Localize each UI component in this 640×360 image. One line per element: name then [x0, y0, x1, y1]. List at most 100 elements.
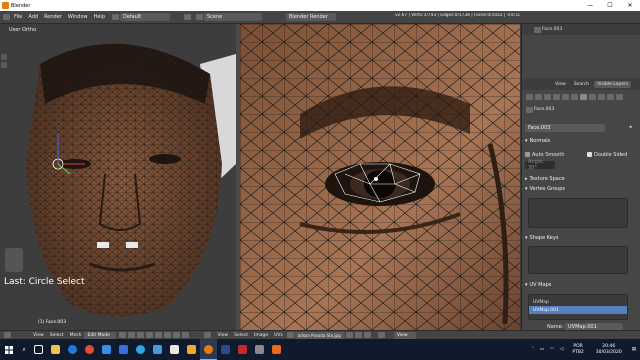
menu-render[interactable]: Render: [41, 14, 65, 20]
windows-taskbar: ⌕ ˄ ▭ ◠ ◁ POR PTB2 20:46 30/03/2020 ▤: [0, 339, 640, 360]
photos-icon[interactable]: [149, 339, 166, 360]
store-icon[interactable]: [98, 339, 115, 360]
language-indicator[interactable]: POR PTB2: [566, 344, 589, 356]
skype-icon[interactable]: [132, 339, 149, 360]
photoshop-icon[interactable]: [217, 339, 234, 360]
app-icon-red[interactable]: [234, 339, 251, 360]
pin-icon[interactable]: ⌖: [629, 124, 632, 132]
world-tab-icon[interactable]: [544, 94, 551, 100]
start-button[interactable]: [0, 339, 18, 360]
edge-browser-icon[interactable]: [64, 339, 81, 360]
battery-icon[interactable]: ▭: [537, 347, 547, 352]
uv-editor-type-icon[interactable]: [204, 332, 212, 338]
material-tab-icon[interactable]: [589, 94, 596, 100]
app-icon-orange[interactable]: [268, 339, 285, 360]
particles-tab-icon[interactable]: [607, 94, 614, 100]
tool-shelf-tab[interactable]: [1, 62, 7, 68]
mode-select[interactable]: Edit Mode: [84, 331, 117, 339]
render-tab-icon[interactable]: [526, 94, 533, 100]
add-layout-icon[interactable]: [184, 14, 191, 20]
3d-view-menu[interactable]: View: [30, 333, 47, 338]
image-pin-icon[interactable]: [345, 332, 353, 338]
screen-layout-select[interactable]: Default: [120, 13, 170, 21]
last-operator-panel[interactable]: Last: Circle Select: [4, 277, 85, 287]
task-view-icon[interactable]: [30, 339, 47, 360]
volume-icon[interactable]: ◁: [557, 347, 566, 352]
face-select-icon[interactable]: [164, 332, 172, 338]
image-open-icon[interactable]: [363, 332, 371, 338]
angle-field[interactable]: Angle: 30°: [525, 159, 555, 171]
shading-icon[interactable]: [119, 332, 127, 338]
media-icon[interactable]: [166, 339, 183, 360]
notifications-icon[interactable]: ▤: [628, 347, 640, 352]
folder-icon[interactable]: [183, 339, 200, 360]
outliner-search-menu[interactable]: Search: [571, 81, 592, 88]
menu-window[interactable]: Window: [65, 14, 91, 20]
search-icon[interactable]: ⌕: [18, 339, 30, 360]
tool-shelf-toggle[interactable]: [1, 54, 7, 70]
angle-row: Angle: 30°: [525, 159, 639, 171]
vertex-select-icon[interactable]: [146, 332, 154, 338]
texture-tab-icon[interactable]: [598, 94, 605, 100]
shape-keys-panel-header[interactable]: Shape Keys: [525, 234, 639, 242]
image-name-field[interactable]: adson Posada Sto.jpg: [294, 331, 345, 339]
uv-maps-list[interactable]: UVMap UVMap.001: [528, 294, 628, 320]
manipulator-icon[interactable]: [137, 332, 145, 338]
3d-select-menu[interactable]: Select: [47, 333, 67, 338]
physics-tab-icon[interactable]: [616, 94, 623, 100]
image-new-icon[interactable]: [354, 332, 362, 338]
uv-image-menu[interactable]: Image: [251, 333, 271, 338]
scene-tab-icon[interactable]: [535, 94, 542, 100]
chrome-icon[interactable]: [81, 339, 98, 360]
app-icon-gray[interactable]: [251, 339, 268, 360]
tool-shelf-tab[interactable]: [1, 54, 7, 60]
3d-view-editor-type-icon[interactable]: [4, 332, 11, 338]
outliner-visible-layers[interactable]: Visible Layers: [594, 80, 632, 88]
menu-file[interactable]: File: [11, 14, 25, 20]
mesh-datablock-field[interactable]: Face.003: [525, 123, 605, 132]
mesh-data-tab-icon[interactable]: [580, 94, 587, 100]
maximize-button[interactable]: ☐: [600, 0, 620, 11]
shape-keys-list[interactable]: [528, 246, 628, 274]
file-explorer-icon[interactable]: [47, 339, 64, 360]
scene-select[interactable]: Scene: [204, 13, 262, 21]
3d-mesh-menu[interactable]: Mesh: [67, 333, 85, 338]
normals-panel-header[interactable]: Normals: [525, 137, 639, 145]
texture-space-panel-header[interactable]: Texture Space: [525, 175, 639, 183]
shape-keys-title: Shape Keys: [529, 235, 559, 241]
menu-help[interactable]: Help: [91, 14, 108, 20]
uv-view-menu[interactable]: View: [214, 333, 231, 338]
pivot-icon[interactable]: [128, 332, 136, 338]
object-tab-icon[interactable]: [553, 94, 560, 100]
edge-select-icon[interactable]: [155, 332, 163, 338]
vertex-groups-list[interactable]: [528, 198, 628, 228]
modifiers-tab-icon[interactable]: [571, 94, 578, 100]
close-button[interactable]: ✕: [620, 0, 640, 11]
uv-map-item-active[interactable]: UVMap.001: [529, 306, 627, 314]
uv-maps-panel-header[interactable]: UV Maps: [525, 281, 639, 289]
uv-image-editor[interactable]: [240, 24, 520, 330]
outliner-view-menu[interactable]: View: [552, 81, 569, 88]
chevron-up-icon[interactable]: ˄: [528, 347, 536, 352]
auto-smooth-checkbox[interactable]: [525, 152, 530, 157]
uv-map-item[interactable]: UVMap: [529, 298, 627, 306]
mail-icon[interactable]: [115, 339, 132, 360]
editor-type-icon[interactable]: [3, 14, 10, 20]
clock[interactable]: 20:46 30/03/2020: [590, 344, 628, 356]
uv-uvs-menu[interactable]: UVs: [271, 333, 286, 338]
network-icon[interactable]: ◠: [547, 347, 557, 352]
uv-name-label: Name:: [547, 323, 564, 330]
render-engine-select[interactable]: Blender Render: [286, 13, 336, 21]
snap-icon[interactable]: [182, 332, 190, 338]
image-sticky-icon[interactable]: [377, 332, 385, 338]
proportional-edit-icon[interactable]: [173, 332, 181, 338]
constraints-tab-icon[interactable]: [562, 94, 569, 100]
menu-add[interactable]: Add: [25, 14, 41, 20]
minimize-button[interactable]: —: [580, 0, 600, 11]
double-sided-checkbox[interactable]: [587, 152, 592, 157]
uv-select-menu[interactable]: Select: [231, 333, 251, 338]
vertex-groups-panel-header[interactable]: Vertex Groups: [525, 185, 639, 193]
uv-view-select[interactable]: View: [393, 331, 416, 339]
blender-task-icon[interactable]: [200, 339, 217, 360]
image-browse-icon[interactable]: [286, 332, 294, 338]
